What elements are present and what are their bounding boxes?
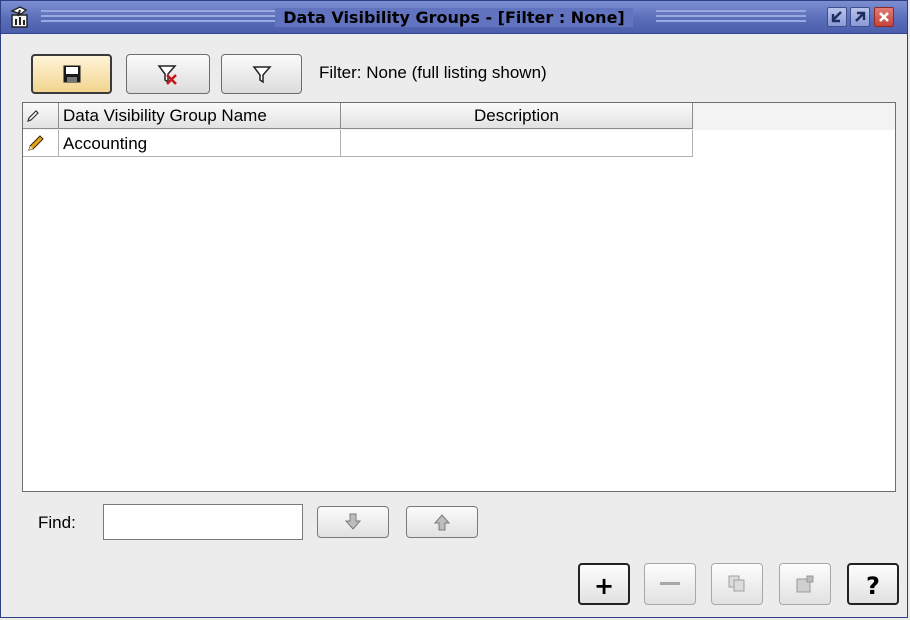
- save-button[interactable]: [31, 54, 112, 94]
- groups-table: Data Visibility Group Name Description A…: [22, 102, 896, 492]
- pencil-icon: [27, 110, 39, 122]
- help-icon: ?: [866, 572, 880, 600]
- close-icon: [879, 12, 889, 22]
- minimize-icon: [831, 11, 842, 23]
- find-previous-button[interactable]: [406, 506, 478, 538]
- maximize-icon: [855, 11, 866, 22]
- funnel-clear-icon: [157, 65, 177, 85]
- data-visibility-groups-window: Data Visibility Groups - [Filter : None]: [0, 0, 908, 618]
- copy-button[interactable]: [711, 563, 763, 605]
- remove-button[interactable]: [644, 563, 696, 605]
- table-header: Data Visibility Group Name Description: [23, 103, 895, 130]
- maximize-button[interactable]: [850, 7, 870, 27]
- column-header-name[interactable]: Data Visibility Group Name: [59, 103, 341, 129]
- filter-button[interactable]: [221, 54, 302, 94]
- funnel-icon: [252, 66, 272, 84]
- find-label: Find:: [38, 513, 76, 532]
- window-title: Data Visibility Groups - [Filter : None]: [1, 8, 907, 27]
- table-cell-description[interactable]: [341, 130, 693, 157]
- copy-icon: [728, 575, 745, 592]
- floppy-disk-icon: [63, 65, 80, 83]
- pencil-icon: [28, 135, 44, 151]
- add-button[interactable]: +: [578, 563, 630, 605]
- close-button[interactable]: [874, 7, 894, 27]
- clear-filter-button[interactable]: [126, 54, 210, 94]
- table-cell-name[interactable]: Accounting: [59, 130, 341, 157]
- properties-icon: [796, 575, 814, 593]
- minus-icon: [660, 582, 680, 585]
- find-input[interactable]: [103, 504, 303, 540]
- find-next-button[interactable]: [317, 506, 389, 538]
- minimize-button[interactable]: [827, 7, 847, 27]
- arrow-down-icon: [345, 513, 361, 530]
- add-icon: +: [593, 572, 615, 600]
- title-bar[interactable]: Data Visibility Groups - [Filter : None]: [1, 1, 907, 34]
- edit-column-header: [23, 103, 59, 129]
- filter-status-text: Filter: None (full listing shown): [319, 63, 547, 82]
- help-button[interactable]: ?: [847, 563, 899, 605]
- column-header-description[interactable]: Description: [341, 103, 693, 129]
- row-edit-indicator: [23, 130, 59, 157]
- properties-button[interactable]: [779, 563, 831, 605]
- arrow-up-icon: [434, 514, 450, 531]
